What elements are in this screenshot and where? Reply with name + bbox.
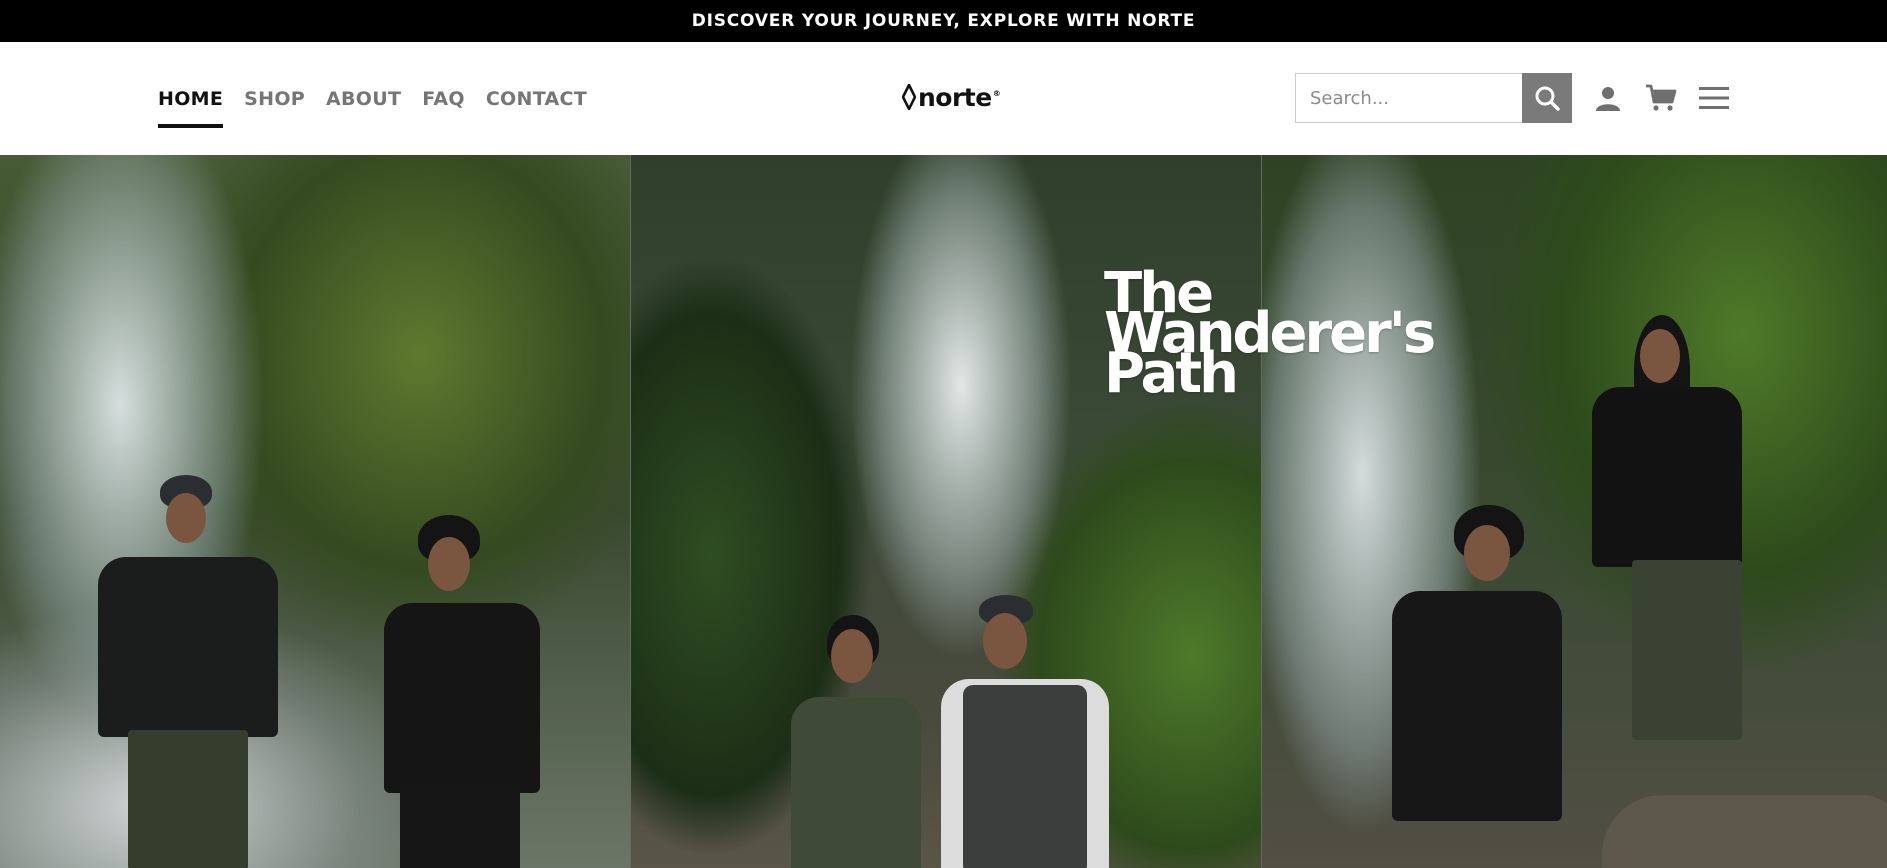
- cart-button[interactable]: [1643, 80, 1679, 116]
- nav-item-faq[interactable]: FAQ: [422, 84, 465, 114]
- site-header: HOME SHOP ABOUT FAQ CONTACT norte ®: [0, 42, 1887, 155]
- announcement-text: DISCOVER YOUR JOURNEY, EXPLORE WITH NORT…: [691, 11, 1196, 31]
- rock: [1602, 795, 1887, 868]
- main-nav: HOME SHOP ABOUT FAQ CONTACT: [158, 42, 608, 155]
- user-icon: [1596, 87, 1620, 111]
- announcement-bar: DISCOVER YOUR JOURNEY, EXPLORE WITH NORT…: [0, 0, 1887, 42]
- logo-text: norte: [918, 82, 992, 112]
- search-button[interactable]: [1522, 73, 1572, 123]
- hero-title: The Wanderer's Path: [1104, 266, 1436, 402]
- brand-logo[interactable]: norte ®: [902, 80, 1001, 114]
- search-form: [1295, 73, 1572, 123]
- hamburger-menu-icon: [1699, 87, 1729, 109]
- hero-banner[interactable]: The Wanderer's Path: [0, 155, 1887, 868]
- search-input[interactable]: [1295, 73, 1522, 123]
- nav-item-contact[interactable]: CONTACT: [486, 84, 587, 114]
- cart-icon: [1646, 84, 1677, 111]
- hero-photo-left: [0, 155, 630, 868]
- search-icon: [1535, 86, 1560, 111]
- nav-item-about[interactable]: ABOUT: [326, 84, 401, 114]
- registered-mark: ®: [992, 88, 1001, 98]
- account-button[interactable]: [1590, 80, 1626, 116]
- nav-item-shop[interactable]: SHOP: [244, 84, 305, 114]
- hero-photo-right: [1262, 155, 1887, 868]
- nav-item-home[interactable]: HOME: [158, 84, 224, 128]
- diamond-outline-icon: [902, 84, 916, 110]
- menu-button[interactable]: [1696, 80, 1732, 116]
